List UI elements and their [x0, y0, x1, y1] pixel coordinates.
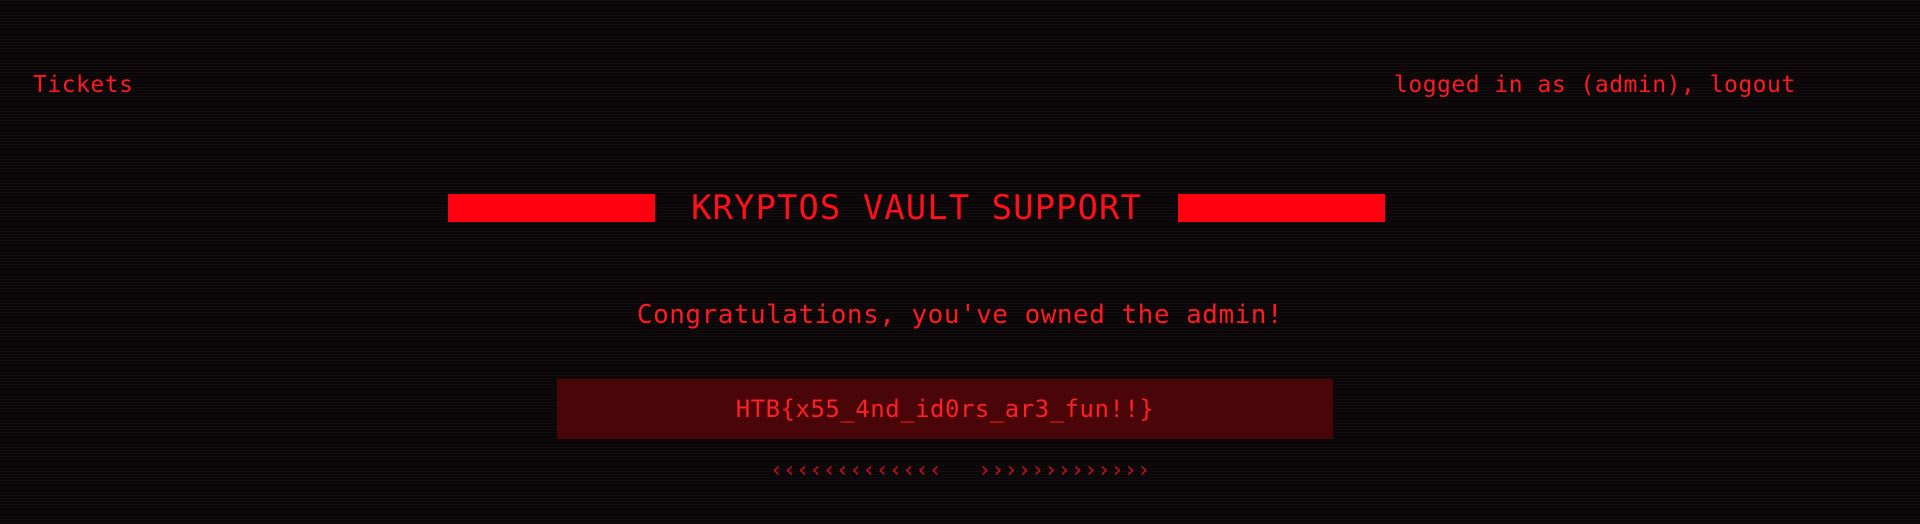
- left-arrows-icon: ‹‹‹‹‹‹‹‹‹‹‹‹‹: [769, 458, 942, 483]
- congrats-message: Congratulations, you've owned the admin!: [636, 300, 1284, 330]
- title-row: KRYPTOS VAULT SUPPORT: [0, 186, 1920, 232]
- tickets-link[interactable]: Tickets: [33, 72, 133, 98]
- title-decor-bar-left: [448, 194, 655, 222]
- session-info: logged in as (admin), logout: [1394, 72, 1796, 98]
- flag-box: HTB{x55_4nd_id0rs_ar3_fun!!}: [557, 379, 1333, 439]
- decorative-arrows: ‹‹‹‹‹‹‹‹‹‹‹‹‹ ›››››››››››››: [0, 458, 1920, 483]
- page: Tickets logged in as (admin), logout KRY…: [0, 0, 1920, 524]
- logged-in-text: logged in as (admin),: [1394, 72, 1710, 98]
- page-title: KRYPTOS VAULT SUPPORT: [691, 188, 1142, 228]
- right-arrows-icon: ›››››››››››››: [978, 458, 1151, 483]
- logout-link[interactable]: logout: [1710, 72, 1796, 98]
- title-decor-bar-right: [1178, 194, 1385, 222]
- flag-text: HTB{x55_4nd_id0rs_ar3_fun!!}: [735, 395, 1155, 423]
